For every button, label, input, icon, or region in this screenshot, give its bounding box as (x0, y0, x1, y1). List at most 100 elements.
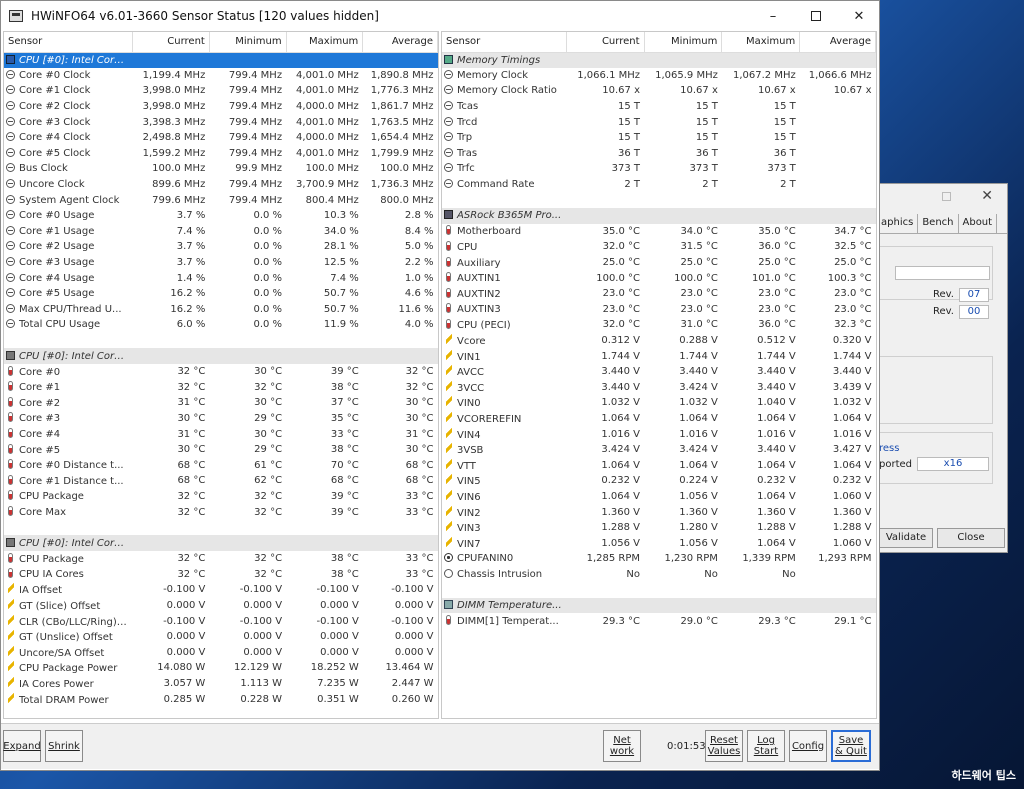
sensor-row[interactable]: Chassis Intrusion No No No (442, 567, 876, 583)
sensor-row[interactable]: VIN2 1.360 V 1.360 V 1.360 V 1.360 V (442, 504, 876, 520)
sensor-group-header[interactable]: CPU [#0]: Intel Core... (4, 535, 438, 551)
sensor-row[interactable]: Command Rate 2 T 2 T 2 T (442, 177, 876, 193)
shrink-button[interactable]: Shrink (45, 730, 83, 762)
sensor-row[interactable]: Core #0 Usage 3.7 % 0.0 % 10.3 % 2.8 % (4, 208, 438, 224)
sensor-row[interactable]: VIN3 1.288 V 1.280 V 1.288 V 1.288 V (442, 520, 876, 536)
tab-bench[interactable]: Bench (918, 214, 959, 233)
sensor-row[interactable]: VCOREREFIN 1.064 V 1.064 V 1.064 V 1.064 V (442, 411, 876, 427)
col-sensor[interactable]: Sensor (4, 32, 134, 53)
sensor-row[interactable]: Core #1 32 °C 32 °C 38 °C 32 °C (4, 379, 438, 395)
sensor-group-header[interactable]: Memory Timings (442, 52, 876, 68)
reset-values-button[interactable]: Reset Values (705, 730, 743, 762)
sensor-row[interactable]: Uncore/SA Offset 0.000 V 0.000 V 0.000 V 0.0… (4, 645, 438, 661)
log-start-button[interactable]: Log Start (747, 730, 785, 762)
sensor-row[interactable]: CPU (PECI) 32.0 °C 31.0 °C 36.0 °C 32.3 °C (442, 317, 876, 333)
sensor-row[interactable]: Uncore Clock 899.6 MHz 799.4 MHz 3,700.9 MH… (4, 177, 438, 193)
col-average[interactable]: Average (362, 32, 438, 53)
background-window[interactable]: ✕ aphics Bench About Rev. 07 Rev. 00 res… (876, 183, 1008, 553)
sensor-group-header[interactable]: CPU [#0]: Intel Core... (4, 52, 438, 68)
sensor-row[interactable]: CPU Package Power 14.080 W 12.129 W 18.252 … (4, 660, 438, 676)
sensor-row[interactable]: Core #4 Usage 1.4 % 0.0 % 7.4 % 1.0 % (4, 270, 438, 286)
sensor-row[interactable]: CPUFANIN0 1,285 RPM 1,230 RPM 1,339 RPM 1,29… (442, 551, 876, 567)
sensor-row[interactable]: VTT 1.064 V 1.064 V 1.064 V 1.064 V (442, 457, 876, 473)
config-button[interactable]: Config (789, 730, 827, 762)
sensor-row[interactable]: Core #0 32 °C 30 °C 39 °C 32 °C (4, 364, 438, 380)
sensor-row[interactable]: Motherboard 35.0 °C 34.0 °C 35.0 °C 34.7 °C (442, 224, 876, 240)
sensor-row[interactable]: CPU 32.0 °C 31.5 °C 36.0 °C 32.5 °C (442, 239, 876, 255)
title-bar[interactable]: HWiNFO64 v6.01-3660 Sensor Status [120 v… (1, 1, 879, 31)
sensor-row[interactable]: Core Max 32 °C 32 °C 39 °C 33 °C (4, 504, 438, 520)
sensor-row[interactable]: Core #5 Usage 16.2 % 0.0 % 50.7 % 4.6 % (4, 286, 438, 302)
sensor-group-header[interactable]: DIMM Temperature... (442, 597, 876, 614)
sensor-row[interactable]: Core #3 Usage 3.7 % 0.0 % 12.5 % 2.2 % (4, 255, 438, 271)
close-icon[interactable]: ✕ (981, 188, 993, 204)
validate-button[interactable]: Validate (879, 528, 933, 548)
tab-about[interactable]: About (959, 214, 998, 233)
sensor-row[interactable]: System Agent Clock 799.6 MHz 799.4 MHz 800.… (4, 192, 438, 208)
sensor-row[interactable]: Core #0 Distance t... 68 °C 61 °C 70 °C 68 °… (4, 457, 438, 473)
sensor-row[interactable]: Core #0 Clock 1,199.4 MHz 799.4 MHz 4,001.0… (4, 68, 438, 84)
sensor-row[interactable]: Core #5 30 °C 29 °C 38 °C 30 °C (4, 442, 438, 458)
sensor-pane-right[interactable]: Sensor Current Minimum Maximum Average M… (441, 31, 877, 719)
sensor-group-header[interactable]: CPU [#0]: Intel Core... (4, 348, 438, 364)
sensor-row[interactable]: Memory Clock 1,066.1 MHz 1,065.9 MHz 1,067.… (442, 68, 876, 84)
sensor-row[interactable]: 3VCC 3.440 V 3.424 V 3.440 V 3.439 V (442, 379, 876, 395)
sensor-row[interactable]: Trcd 15 T 15 T 15 T (442, 114, 876, 130)
close-button[interactable]: Close (937, 528, 1005, 548)
col-sensor[interactable]: Sensor (442, 32, 567, 53)
sensor-row[interactable]: Core #5 Clock 1,599.2 MHz 799.4 MHz 4,001.0… (4, 146, 438, 162)
sensor-row[interactable]: 3VSB 3.424 V 3.424 V 3.440 V 3.427 V (442, 442, 876, 458)
sensor-row[interactable]: VIN1 1.744 V 1.744 V 1.744 V 1.744 V (442, 348, 876, 364)
close-button[interactable]: ✕ (839, 1, 879, 31)
col-maximum[interactable]: Maximum (286, 32, 364, 53)
maximize-button[interactable] (796, 1, 836, 31)
sensor-row[interactable]: Core #4 31 °C 30 °C 33 °C 31 °C (4, 426, 438, 442)
sensor-row[interactable]: Core #2 Clock 3,998.0 MHz 799.4 MHz 4,000.0… (4, 99, 438, 115)
sensor-row[interactable]: Tras 36 T 36 T 36 T (442, 146, 876, 162)
save-quit-button[interactable]: Save & Quit (831, 730, 871, 762)
sensor-row[interactable]: Tcas 15 T 15 T 15 T (442, 99, 876, 115)
sensor-row[interactable]: AUXTIN3 23.0 °C 23.0 °C 23.0 °C 23.0 °C (442, 302, 876, 318)
col-maximum[interactable]: Maximum (721, 32, 801, 53)
sensor-row[interactable]: Vcore 0.312 V 0.288 V 0.512 V 0.320 V (442, 333, 876, 349)
sensor-row[interactable]: Trp 15 T 15 T 15 T (442, 130, 876, 146)
col-minimum[interactable]: Minimum (644, 32, 723, 53)
sensor-row[interactable]: Core #1 Distance t... 68 °C 62 °C 68 °C 68 °… (4, 473, 438, 489)
sensor-row[interactable]: Core #3 Clock 3,398.3 MHz 799.4 MHz 4,001.0… (4, 114, 438, 130)
sensor-row[interactable]: CLR (CBo/LLC/Ring) ... -0.100 V -0.100 V -0… (4, 613, 438, 629)
sensor-row[interactable]: DIMM[1] Temperat... 29.3 °C 29.0 °C 29.3 °C… (442, 613, 876, 629)
sensor-row[interactable]: Core #3 30 °C 29 °C 35 °C 30 °C (4, 411, 438, 427)
sensor-row[interactable]: VIN5 0.232 V 0.224 V 0.232 V 0.232 V (442, 473, 876, 489)
col-average[interactable]: Average (799, 32, 876, 53)
sensor-row[interactable]: IA Offset -0.100 V -0.100 V -0.100 V -0.100 … (4, 582, 438, 598)
sensor-row[interactable]: AUXTIN1 100.0 °C 100.0 °C 101.0 °C 100.3 °C (442, 270, 876, 286)
maximize-icon[interactable] (942, 192, 951, 201)
sensor-row[interactable]: Bus Clock 100.0 MHz 99.9 MHz 100.0 MHz 100.0… (4, 161, 438, 177)
sensor-row[interactable]: VIN7 1.056 V 1.056 V 1.064 V 1.060 V (442, 535, 876, 551)
sensor-row[interactable]: VIN6 1.064 V 1.056 V 1.064 V 1.060 V (442, 489, 876, 505)
sensor-row[interactable]: AVCC 3.440 V 3.440 V 3.440 V 3.440 V (442, 364, 876, 380)
sensor-row[interactable]: Core #1 Clock 3,998.0 MHz 799.4 MHz 4,001.0… (4, 83, 438, 99)
sensor-row[interactable]: CPU Package 32 °C 32 °C 38 °C 33 °C (4, 551, 438, 567)
sensor-group-header[interactable]: ASRock B365M Pro... (442, 207, 876, 224)
sensor-row[interactable]: Auxiliary 25.0 °C 25.0 °C 25.0 °C 25.0 °C (442, 255, 876, 271)
col-current[interactable]: Current (566, 32, 645, 53)
sensor-row[interactable]: Memory Clock Ratio 10.67 x 10.67 x 10.67 x 1… (442, 83, 876, 99)
sensor-row[interactable]: GT (Slice) Offset 0.000 V 0.000 V 0.000 V 0.… (4, 598, 438, 614)
minimize-button[interactable]: – (753, 1, 793, 31)
col-minimum[interactable]: Minimum (209, 32, 287, 53)
col-current[interactable]: Current (132, 32, 210, 53)
sensor-row[interactable]: Total DRAM Power 0.285 W 0.228 W 0.351 W 0.2… (4, 691, 438, 707)
sensor-row[interactable]: CPU IA Cores 32 °C 32 °C 38 °C 33 °C (4, 567, 438, 583)
sensor-row[interactable]: Core #1 Usage 7.4 % 0.0 % 34.0 % 8.4 % (4, 224, 438, 240)
sensor-row[interactable]: Max CPU/Thread U... 16.2 % 0.0 % 50.7 % 11.6… (4, 302, 438, 318)
sensor-row[interactable]: Core #2 31 °C 30 °C 37 °C 30 °C (4, 395, 438, 411)
sensor-row[interactable]: AUXTIN2 23.0 °C 23.0 °C 23.0 °C 23.0 °C (442, 286, 876, 302)
sensor-pane-left[interactable]: Sensor Current Minimum Maximum Average C… (3, 31, 439, 719)
sensor-row[interactable]: VIN0 1.032 V 1.032 V 1.040 V 1.032 V (442, 395, 876, 411)
sensor-row[interactable]: VIN4 1.016 V 1.016 V 1.016 V 1.016 V (442, 426, 876, 442)
sensor-row[interactable]: GT (Unslice) Offset 0.000 V 0.000 V 0.000 V… (4, 629, 438, 645)
sensor-row[interactable]: IA Cores Power 3.057 W 1.113 W 7.235 W 2.447… (4, 676, 438, 692)
sensor-row[interactable]: Core #2 Usage 3.7 % 0.0 % 28.1 % 5.0 % (4, 239, 438, 255)
sensor-row[interactable]: Trfc 373 T 373 T 373 T (442, 161, 876, 177)
